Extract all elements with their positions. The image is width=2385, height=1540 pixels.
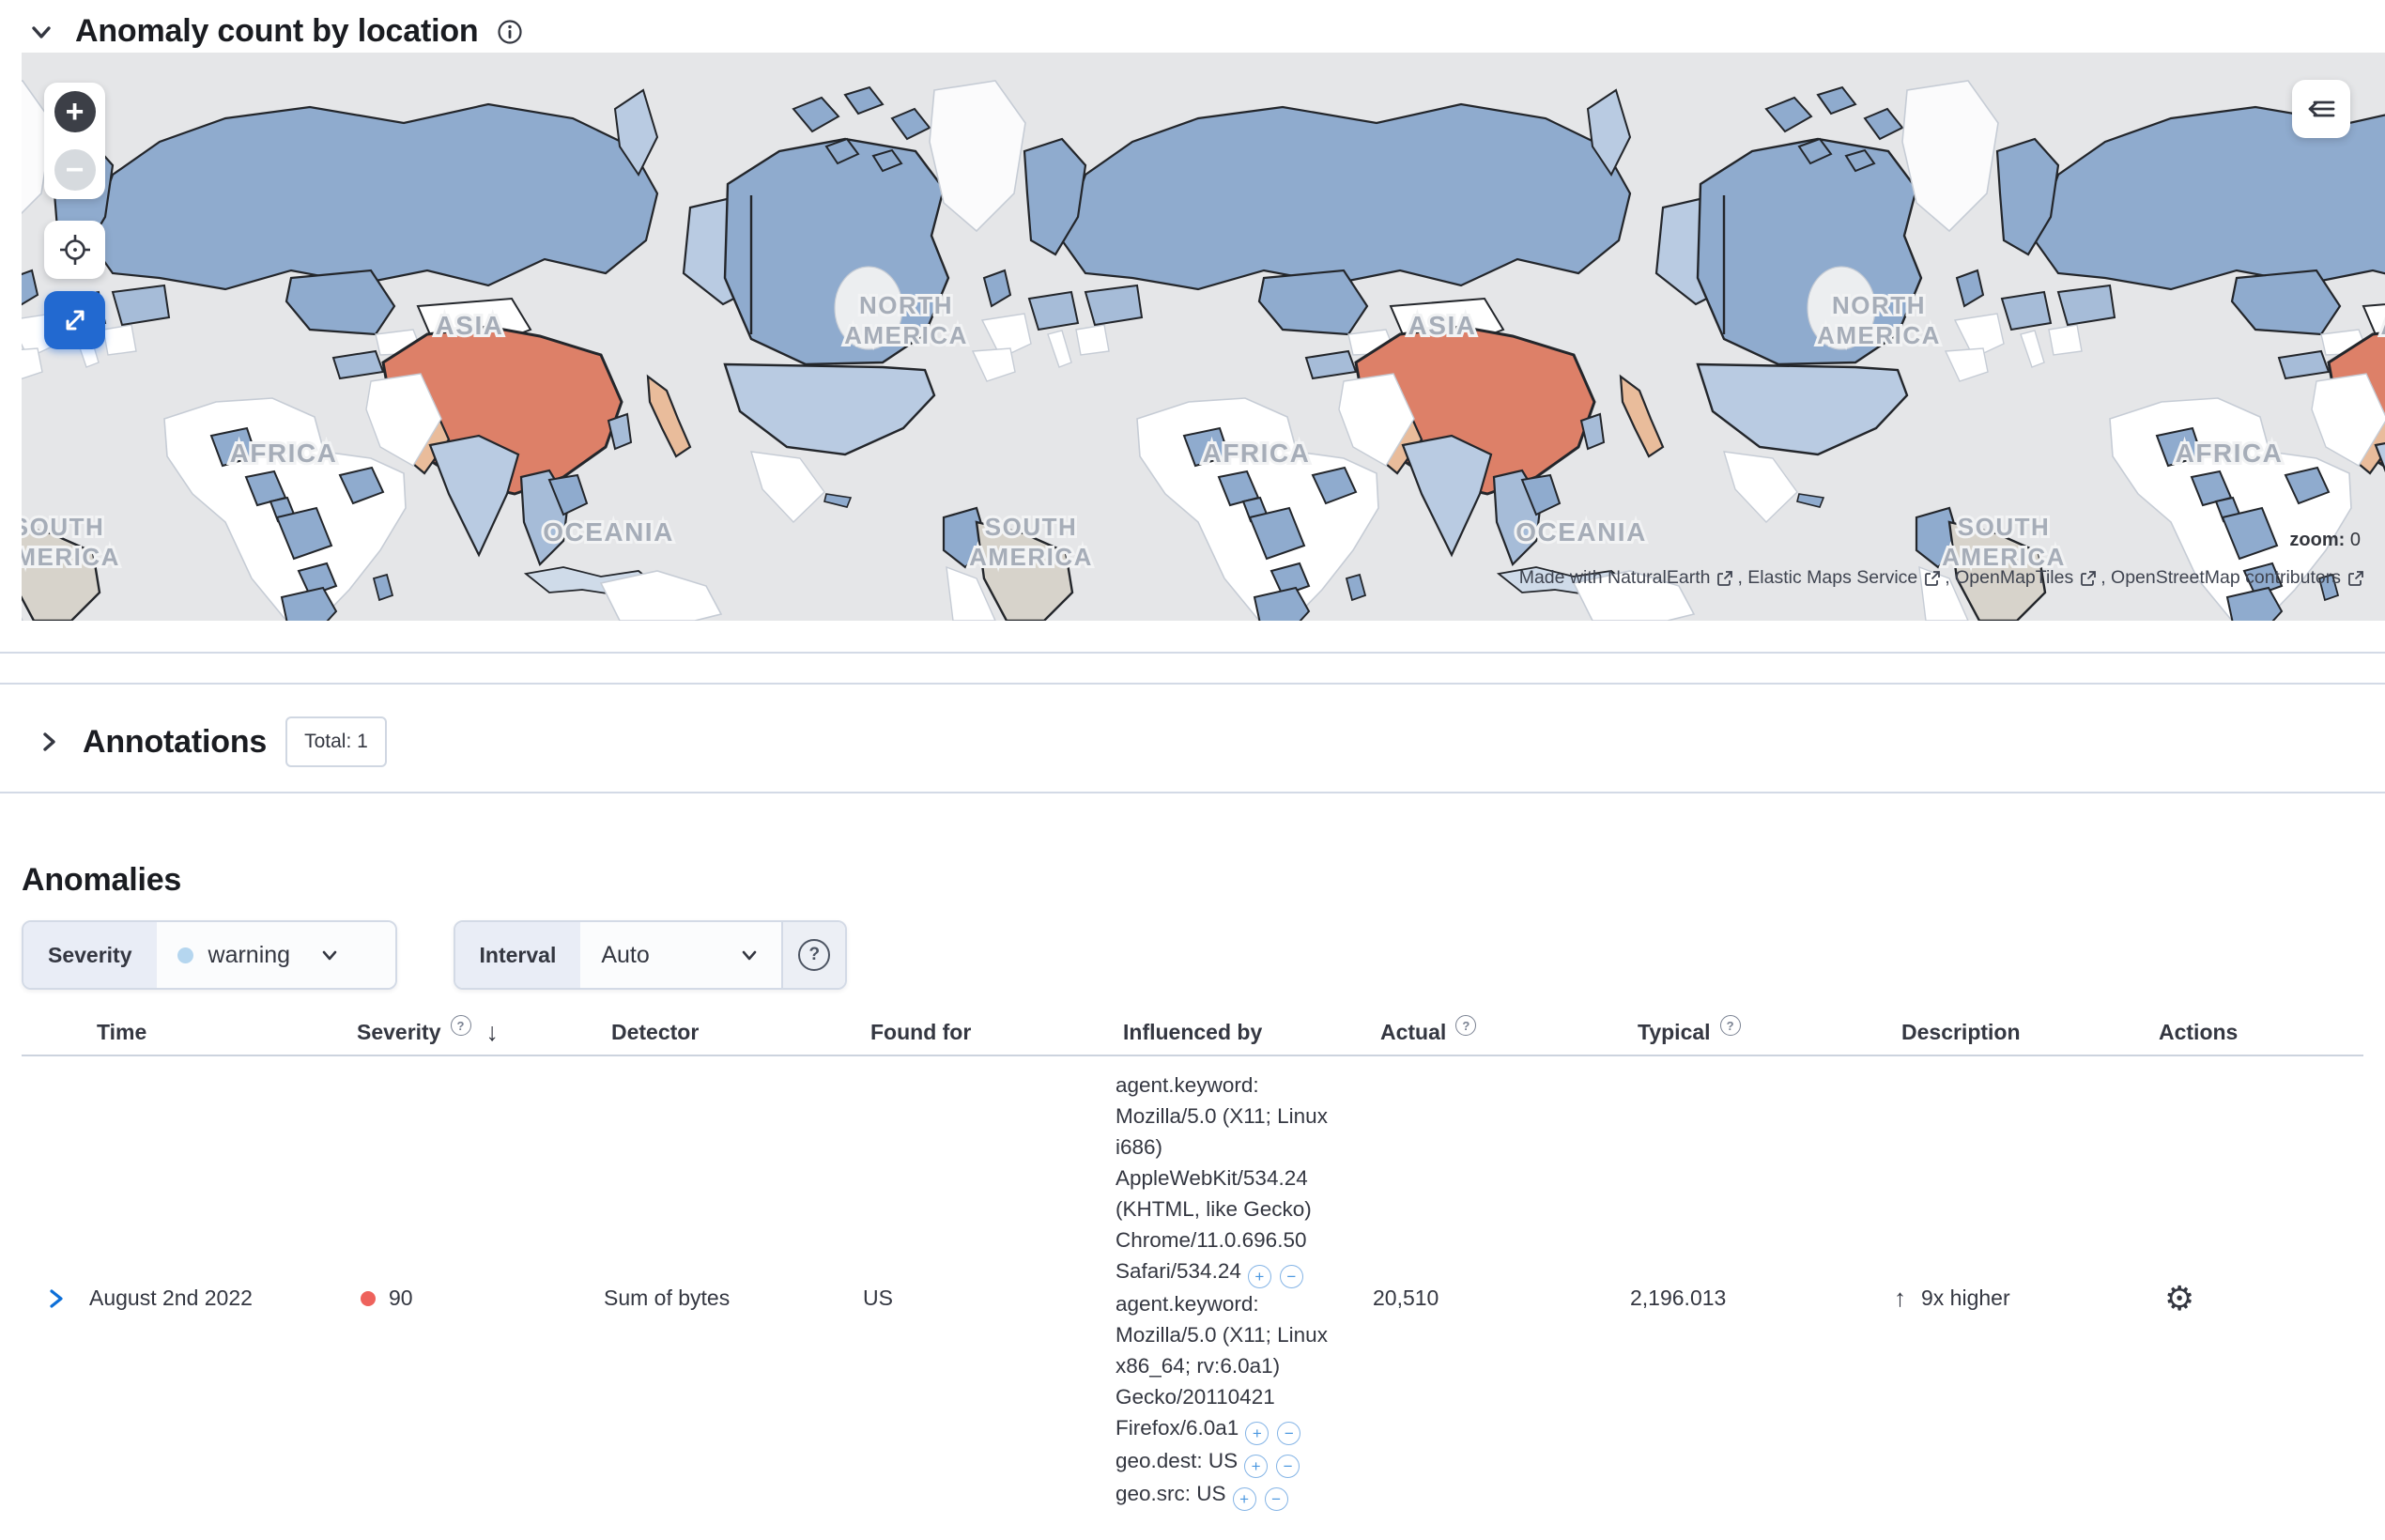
- map-section-title: Anomaly count by location: [75, 13, 479, 49]
- anomalies-filters: Severity warning Interval Auto ?: [22, 920, 848, 990]
- severity-cell: 90: [349, 1286, 604, 1311]
- anomaly-explorer-page: Anomaly count by location + − zoom: 0 Ma…: [0, 0, 2385, 1514]
- external-link-icon: [1925, 570, 1941, 586]
- map-zoom-status: zoom: 0: [2289, 530, 2361, 551]
- external-link-icon: [1717, 570, 1733, 586]
- section-divider: [0, 792, 2385, 793]
- info-icon[interactable]: [497, 19, 523, 45]
- zoom-in-button[interactable]: +: [54, 91, 96, 132]
- map-section-header: Anomaly count by location: [26, 13, 523, 50]
- interval-filter-group: Interval Auto ?: [453, 920, 848, 990]
- crosshair-icon: [59, 235, 90, 265]
- attribution-elastic-maps-link[interactable]: , Elastic Maps Service: [1737, 567, 1917, 589]
- description-text: 9x higher: [1921, 1286, 2010, 1310]
- attribution-openstreetmap-link[interactable]: , OpenStreetMap contributors: [2100, 567, 2341, 589]
- collapse-legend-button[interactable]: [2292, 80, 2350, 138]
- severity-filter-value: warning: [208, 941, 291, 968]
- annotations-section-header: Annotations Total: 1: [34, 714, 387, 770]
- interval-help-button[interactable]: ?: [781, 922, 846, 988]
- attribution-openmaptiles-link[interactable]: , OpenMapTiles: [1945, 567, 2073, 589]
- annotations-title: Annotations: [83, 723, 268, 760]
- column-header-detector: Detector: [611, 1019, 700, 1044]
- severity-score: 90: [389, 1286, 413, 1310]
- expand-row-button[interactable]: [22, 1286, 89, 1312]
- chevron-down-icon: [322, 950, 337, 961]
- anomalies-title: Anomalies: [22, 862, 182, 898]
- zoom-status-value: 0: [2349, 530, 2361, 550]
- influencer-text: agent.keyword: Mozilla/5.0 (X11; Linux x…: [1116, 1292, 1328, 1440]
- remove-filter-icon[interactable]: −: [1279, 1265, 1303, 1288]
- severity-help-icon[interactable]: ?: [450, 1015, 471, 1036]
- severity-filter-label: Severity: [23, 922, 157, 988]
- influencer-text: geo.src: US: [1116, 1482, 1226, 1505]
- add-filter-icon[interactable]: +: [1232, 1487, 1256, 1511]
- map-attribution: Made with NaturalEarth , Elastic Maps Se…: [1519, 567, 2368, 589]
- world-map-canvas[interactable]: ASIA NORTH AMERICA AFRICA OCEANIA SOUTH …: [22, 53, 2385, 621]
- influencer-entry: agent.keyword: Mozilla/5.0 (X11; Linux i…: [1116, 1070, 1354, 1288]
- typical-cell: 2,196.013: [1630, 1286, 1727, 1310]
- chevron-down-icon: [743, 950, 757, 961]
- section-divider: [0, 683, 2385, 685]
- detector-cell: Sum of bytes: [604, 1286, 731, 1310]
- chevron-down-icon[interactable]: [26, 17, 56, 47]
- expand-icon: [66, 310, 84, 331]
- influencer-entry: geo.dest: US + −: [1116, 1445, 1354, 1478]
- found-for-cell: US: [863, 1286, 893, 1310]
- remove-filter-icon[interactable]: −: [1264, 1487, 1288, 1511]
- add-filter-icon[interactable]: +: [1247, 1265, 1271, 1288]
- zoom-out-button[interactable]: −: [54, 149, 96, 191]
- actual-cell: 20,510: [1373, 1286, 1439, 1310]
- expand-map-button[interactable]: [44, 291, 105, 349]
- arrow-up-icon: ↑: [1894, 1284, 1906, 1312]
- influencer-entry: geo.src: US + −: [1116, 1478, 1354, 1511]
- column-header-typical: Typical ?: [1630, 1015, 1894, 1045]
- table-row: August 2nd 2022 90 Sum of bytes US agent…: [22, 1056, 2363, 1540]
- chevron-right-icon: [50, 1288, 63, 1308]
- anomaly-map[interactable]: ASIA NORTH AMERICA AFRICA OCEANIA SOUTH …: [22, 53, 2385, 621]
- severity-filter-select[interactable]: warning: [156, 922, 395, 988]
- interval-filter-select[interactable]: Auto: [580, 922, 782, 988]
- typical-help-icon[interactable]: ?: [1719, 1015, 1741, 1036]
- anomalies-section-header: Anomalies: [22, 862, 181, 899]
- column-header-actions: Actions: [2159, 1019, 2239, 1044]
- severity-filter-group: Severity warning: [22, 920, 397, 990]
- anomalies-table: Time Severity ? ↓ Detector Found for Inf…: [22, 1009, 2363, 1540]
- column-header-time[interactable]: Time: [89, 1020, 349, 1045]
- map-zoom-controls: + −: [44, 83, 105, 199]
- zoom-status-label: zoom:: [2289, 530, 2346, 550]
- influencer-text: agent.keyword: Mozilla/5.0 (X11; Linux i…: [1116, 1073, 1328, 1283]
- gear-icon[interactable]: ⚙: [2164, 1279, 2194, 1318]
- annotations-total-badge: Total: 1: [285, 716, 387, 767]
- critical-severity-dot-icon: [361, 1290, 376, 1306]
- column-header-influenced-by: Influenced by: [1123, 1019, 1263, 1044]
- interval-filter-label: Interval: [454, 922, 581, 988]
- column-header-description: Description: [1901, 1019, 2021, 1044]
- remove-filter-icon[interactable]: −: [1276, 1455, 1300, 1478]
- section-divider: [0, 652, 2385, 654]
- interval-filter-value: Auto: [601, 941, 650, 968]
- attribution-naturalearth-link[interactable]: Made with NaturalEarth: [1519, 567, 1711, 589]
- actions-cell: ⚙: [2151, 1279, 2363, 1318]
- column-header-actual: Actual ?: [1373, 1015, 1630, 1045]
- question-mark-icon: ?: [798, 939, 831, 971]
- influencer-entry: agent.keyword: Mozilla/5.0 (X11; Linux x…: [1116, 1288, 1354, 1445]
- remove-filter-icon[interactable]: −: [1277, 1422, 1301, 1445]
- add-filter-icon[interactable]: +: [1244, 1455, 1269, 1478]
- influencer-text: geo.dest: US: [1116, 1449, 1239, 1472]
- fit-to-data-button[interactable]: [44, 221, 105, 279]
- column-header-severity[interactable]: Severity ? ↓: [349, 1015, 604, 1047]
- sort-desc-icon: ↓: [485, 1017, 500, 1046]
- anomalies-table-header: Time Severity ? ↓ Detector Found for Inf…: [22, 1009, 2363, 1056]
- chevron-right-icon[interactable]: [34, 727, 64, 757]
- external-link-icon: [2348, 570, 2363, 586]
- warning-severity-dot-icon: [177, 947, 193, 963]
- external-link-icon: [2081, 570, 2097, 586]
- add-filter-icon[interactable]: +: [1245, 1422, 1269, 1445]
- actual-help-icon[interactable]: ?: [1455, 1015, 1477, 1036]
- description-cell: ↑ 9x higher: [1894, 1284, 2151, 1313]
- time-cell: August 2nd 2022: [89, 1286, 253, 1310]
- column-header-found-for: Found for: [870, 1019, 972, 1044]
- menu-left-icon: [2308, 100, 2335, 117]
- influenced-by-cell: agent.keyword: Mozilla/5.0 (X11; Linux i…: [1116, 1056, 1354, 1540]
